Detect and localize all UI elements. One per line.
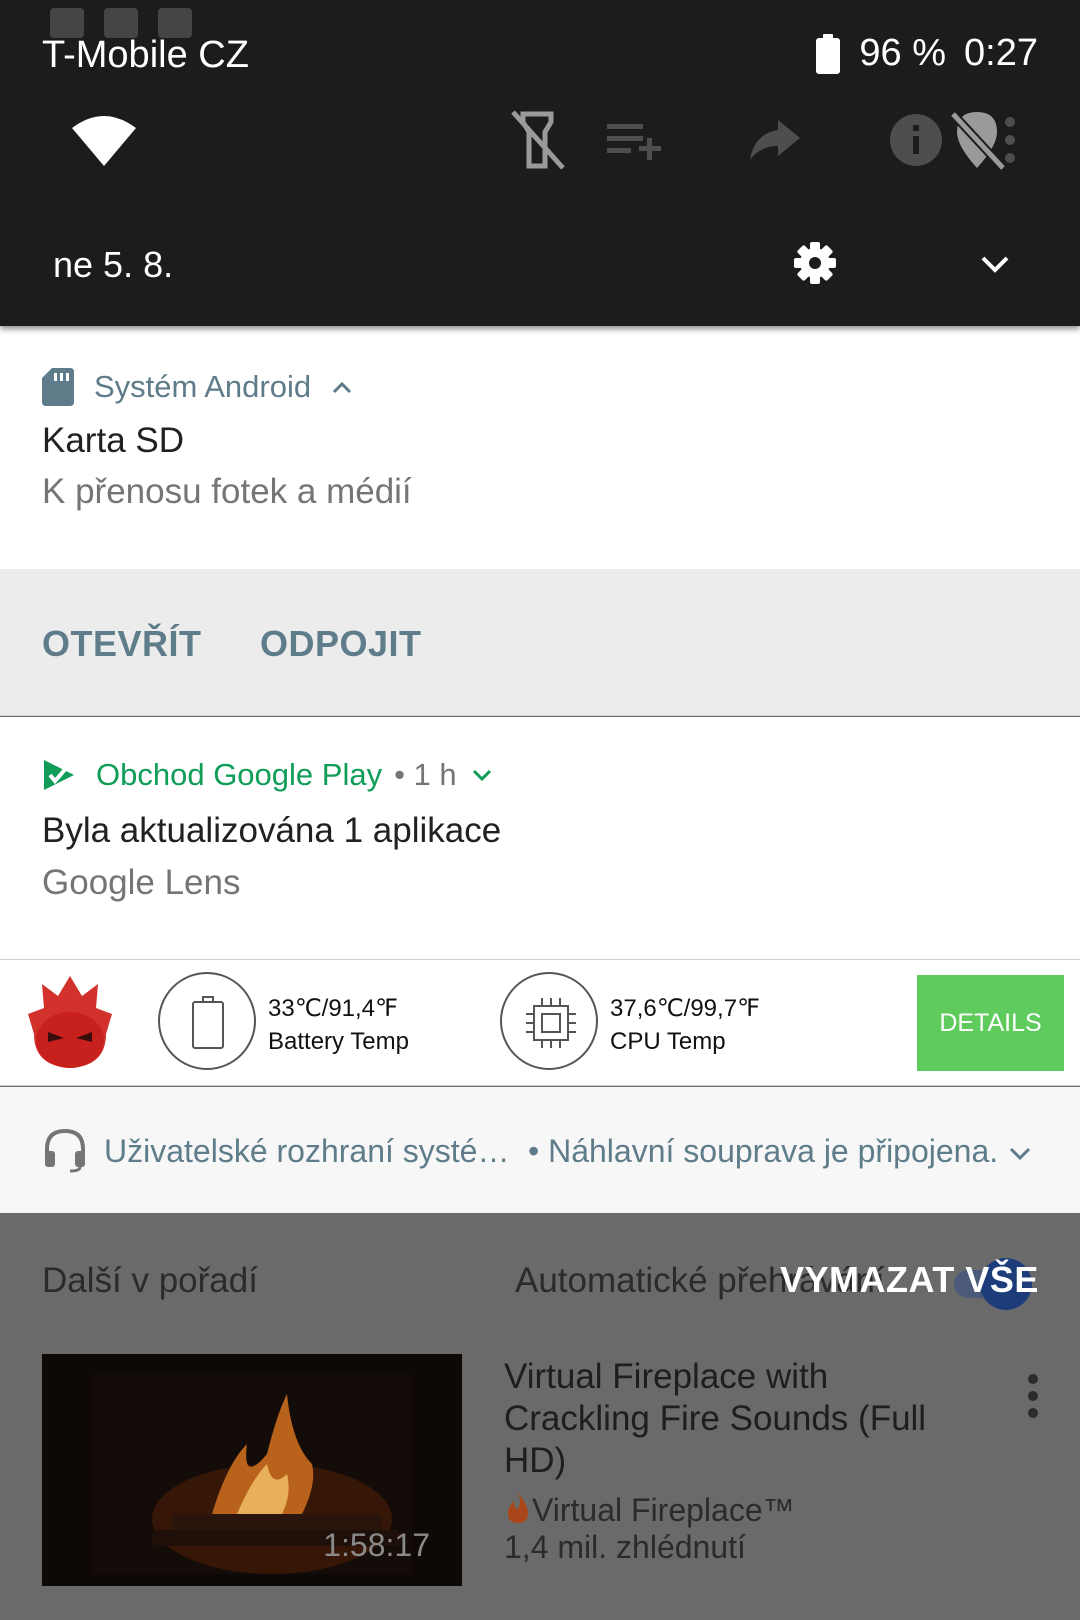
cpu-temp-value: 37,6℃/99,7℉ (610, 995, 760, 1022)
open-button[interactable]: OTEVŘÍT (42, 623, 202, 665)
details-button[interactable]: DETAILS (917, 975, 1064, 1071)
clear-all-button[interactable]: VYMAZAT VŠE (780, 1259, 1039, 1301)
quick-settings-panel: T-Mobile CZ 96 % 0:27 ne 5. 8. (0, 0, 1080, 326)
video-title: Virtual Fireplace with Crackling Fire So… (504, 1357, 927, 1480)
notification-header: Systém Android (42, 368, 353, 406)
cpu-temp-label: CPU Temp (610, 1028, 726, 1055)
battery-icon (815, 33, 841, 74)
up-next-label: Další v pořadí (42, 1261, 258, 1300)
notification-app-name: Obchod Google Play (96, 757, 383, 792)
wifi-icon[interactable] (64, 100, 144, 180)
fire-icon (508, 1493, 528, 1523)
video-more-icon (1025, 1373, 1041, 1419)
eject-button[interactable]: ODPOJIT (260, 623, 422, 665)
share-icon (735, 100, 815, 180)
notification-time: • 1 h (394, 757, 457, 792)
notification-play-store[interactable]: Obchod Google Play • 1 h Byla aktualizov… (0, 717, 1080, 959)
more-vert-icon (990, 100, 1030, 180)
chevron-down-icon[interactable] (471, 767, 493, 783)
notification-text: K přenosu fotek a médií (42, 472, 412, 511)
notification-text: • Náhlavní souprava je připojena. (528, 1133, 999, 1169)
battery-temp-value: 33℃/91,4℉ (268, 995, 398, 1022)
quick-settings-tiles (0, 100, 1080, 190)
settings-gear-icon[interactable] (790, 238, 840, 288)
video-thumbnail: 1:58:17 (42, 1354, 462, 1586)
sd-card-icon (42, 368, 74, 406)
expand-chevron-icon[interactable] (975, 244, 1015, 284)
antutu-logo-icon (28, 976, 112, 1068)
date-label: ne 5. 8. (53, 244, 174, 285)
notification-title: Karta SD (42, 421, 184, 460)
notification-headset[interactable]: Uživatelské rozhraní systé… • Náhlavní s… (0, 1087, 1080, 1213)
notification-sd-card[interactable]: Systém Android Karta SD K přenosu fotek … (0, 326, 1080, 569)
video-channel-name: Virtual Fireplace™ (532, 1492, 795, 1528)
notification-antutu[interactable]: 33℃/91,4℉ Battery Temp 37,6℃/99,7℉ CPU T… (0, 959, 1080, 1086)
status-right: 96 % 0:27 (815, 32, 1038, 75)
carrier-name: T-Mobile CZ (42, 34, 249, 76)
battery-temp-label: Battery Temp (268, 1028, 409, 1055)
battery-temp-gauge (158, 972, 256, 1070)
clock: 0:27 (964, 32, 1038, 74)
notification-actions: OTEVŘÍT ODPOJIT (0, 569, 1080, 716)
video-views: 1,4 mil. zhlédnutí (504, 1529, 746, 1565)
notification-header: Obchod Google Play • 1 h (42, 757, 493, 793)
playlist-add-icon (595, 100, 675, 180)
notification-text: Google Lens (42, 863, 241, 902)
background-youtube-app: Další v pořadí Automatické přehrávání VY… (0, 1213, 1080, 1620)
notification-app-name: Uživatelské rozhraní systé… (104, 1133, 510, 1169)
play-store-update-icon (44, 760, 74, 790)
headset-icon (45, 1128, 85, 1173)
cpu-chip-icon (526, 998, 576, 1048)
battery-outline-icon (192, 996, 224, 1049)
video-channel: Virtual Fireplace™ (504, 1491, 795, 1529)
notification-title: Byla aktualizována 1 aplikace (42, 811, 502, 850)
chevron-up-icon[interactable] (331, 379, 353, 395)
video-duration: 1:58:17 (323, 1527, 430, 1563)
notification-app-name: Systém Android (94, 369, 312, 404)
flashlight-off-icon[interactable] (497, 100, 577, 180)
cpu-temp-gauge (500, 972, 598, 1070)
battery-percent: 96 % (859, 32, 947, 74)
chevron-down-icon[interactable] (1008, 1145, 1032, 1163)
